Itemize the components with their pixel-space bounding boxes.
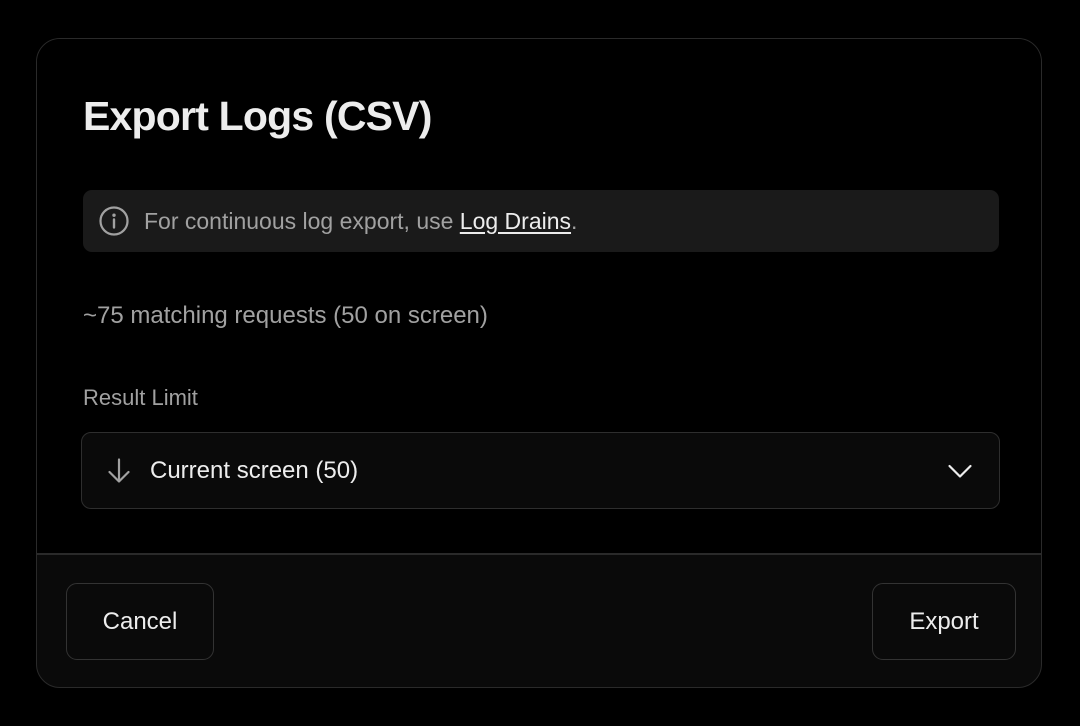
- result-limit-select[interactable]: Current screen (50): [81, 432, 1000, 509]
- info-icon: [98, 205, 130, 237]
- log-drains-link[interactable]: Log Drains: [460, 208, 571, 234]
- arrow-down-icon: [104, 456, 134, 486]
- export-logs-dialog: Export Logs (CSV) For continuous log exp…: [36, 38, 1042, 688]
- notice-text-suffix: .: [571, 207, 578, 234]
- log-drains-notice: For continuous log export, use Log Drain…: [83, 190, 999, 252]
- dialog-body: Export Logs (CSV) For continuous log exp…: [37, 39, 1041, 553]
- chevron-down-icon: [945, 456, 975, 486]
- dialog-title: Export Logs (CSV): [83, 93, 432, 139]
- matching-requests-count: ~75 matching requests (50 on screen): [83, 302, 488, 329]
- result-limit-label: Result Limit: [83, 385, 198, 410]
- notice-text-prefix: For continuous log export, use: [144, 207, 460, 234]
- cancel-button[interactable]: Cancel: [66, 583, 214, 660]
- footer-divider: [37, 553, 1041, 555]
- export-button[interactable]: Export: [872, 583, 1016, 660]
- notice-text: For continuous log export, use Log Drain…: [144, 208, 577, 235]
- result-limit-value: Current screen (50): [150, 456, 359, 484]
